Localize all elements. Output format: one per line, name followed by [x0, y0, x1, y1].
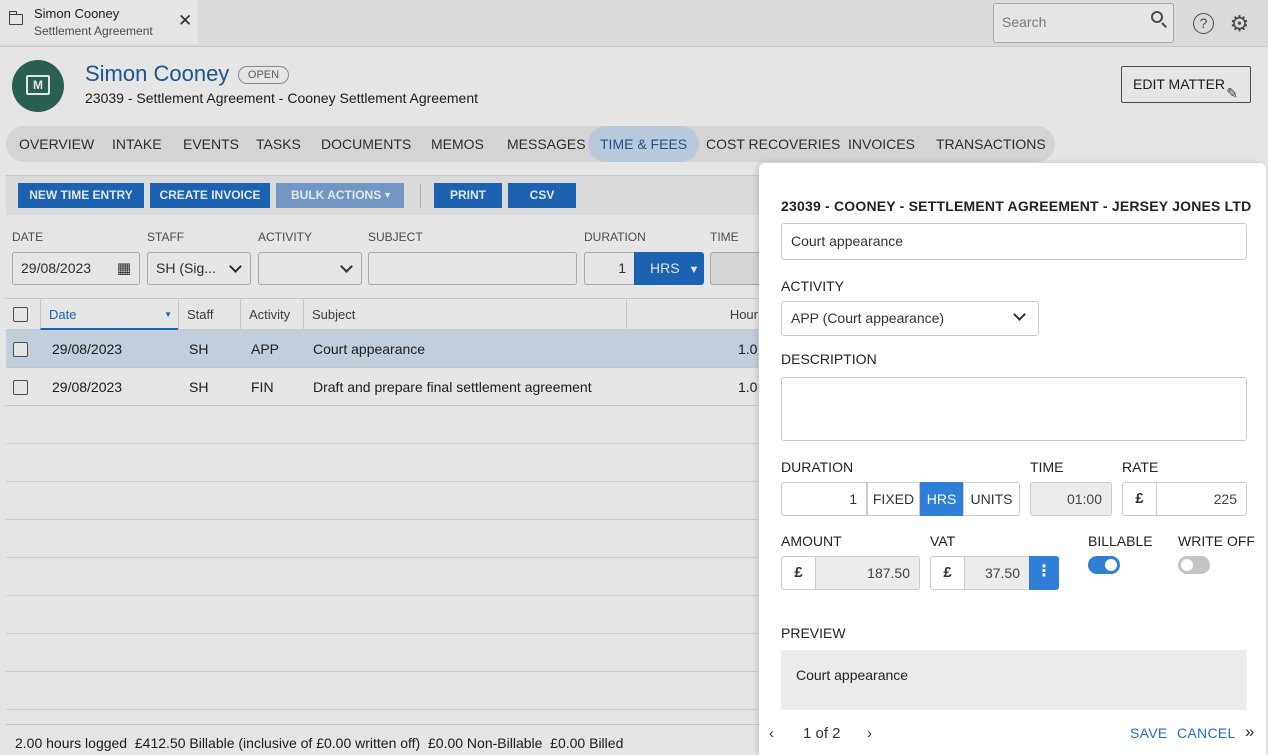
- entry-activity-select[interactable]: APP (Court appearance): [781, 301, 1039, 336]
- description-label: DESCRIPTION: [781, 351, 877, 367]
- chevron-down-icon: [1013, 308, 1026, 321]
- write-off-toggle[interactable]: [1178, 556, 1210, 574]
- collapse-panel-icon[interactable]: »: [1245, 722, 1254, 742]
- write-off-label: WRITE OFF: [1178, 533, 1255, 549]
- save-button[interactable]: SAVE: [1130, 725, 1168, 741]
- rate-label: RATE: [1122, 459, 1159, 475]
- time-input[interactable]: 01:00: [1030, 482, 1112, 516]
- billable-label: BILLABLE: [1088, 533, 1153, 549]
- activity-label: ACTIVITY: [781, 278, 845, 294]
- time-entry-panel: 23039 - COONEY - SETTLEMENT AGREEMENT - …: [759, 163, 1266, 755]
- amount-currency: £: [781, 556, 816, 590]
- unit-fixed-button[interactable]: FIXED: [867, 482, 920, 516]
- amount-input[interactable]: 187.50: [815, 556, 920, 590]
- vat-options-icon[interactable]: ⋮: [1029, 556, 1059, 590]
- vat-label: VAT: [930, 533, 956, 549]
- amount-label: AMOUNT: [781, 533, 842, 549]
- next-entry-icon[interactable]: ›: [867, 725, 872, 742]
- unit-units-button[interactable]: UNITS: [963, 482, 1020, 516]
- vat-currency: £: [930, 556, 965, 590]
- rate-input[interactable]: 225: [1156, 482, 1247, 516]
- toggle-knob: [1105, 559, 1117, 571]
- preview-label: PREVIEW: [781, 625, 846, 641]
- activity-value: APP (Court appearance): [791, 310, 945, 326]
- pager-text: 1 of 2: [803, 725, 841, 742]
- duration-label: DURATION: [781, 459, 854, 475]
- panel-title: 23039 - COONEY - SETTLEMENT AGREEMENT - …: [781, 198, 1252, 214]
- toggle-knob: [1181, 559, 1193, 571]
- vat-input[interactable]: 37.50: [964, 556, 1030, 590]
- rate-currency: £: [1122, 482, 1157, 516]
- description-textarea[interactable]: [781, 377, 1247, 441]
- unit-hrs-button[interactable]: HRS: [920, 482, 963, 516]
- cancel-button[interactable]: CANCEL: [1177, 725, 1236, 741]
- duration-input[interactable]: 1: [781, 482, 867, 516]
- previous-entry-icon[interactable]: ‹: [769, 725, 774, 742]
- time-label: TIME: [1030, 459, 1064, 475]
- entry-subject-input[interactable]: Court appearance: [781, 223, 1247, 260]
- preview-box: Court appearance: [781, 650, 1247, 710]
- billable-toggle[interactable]: [1088, 556, 1120, 574]
